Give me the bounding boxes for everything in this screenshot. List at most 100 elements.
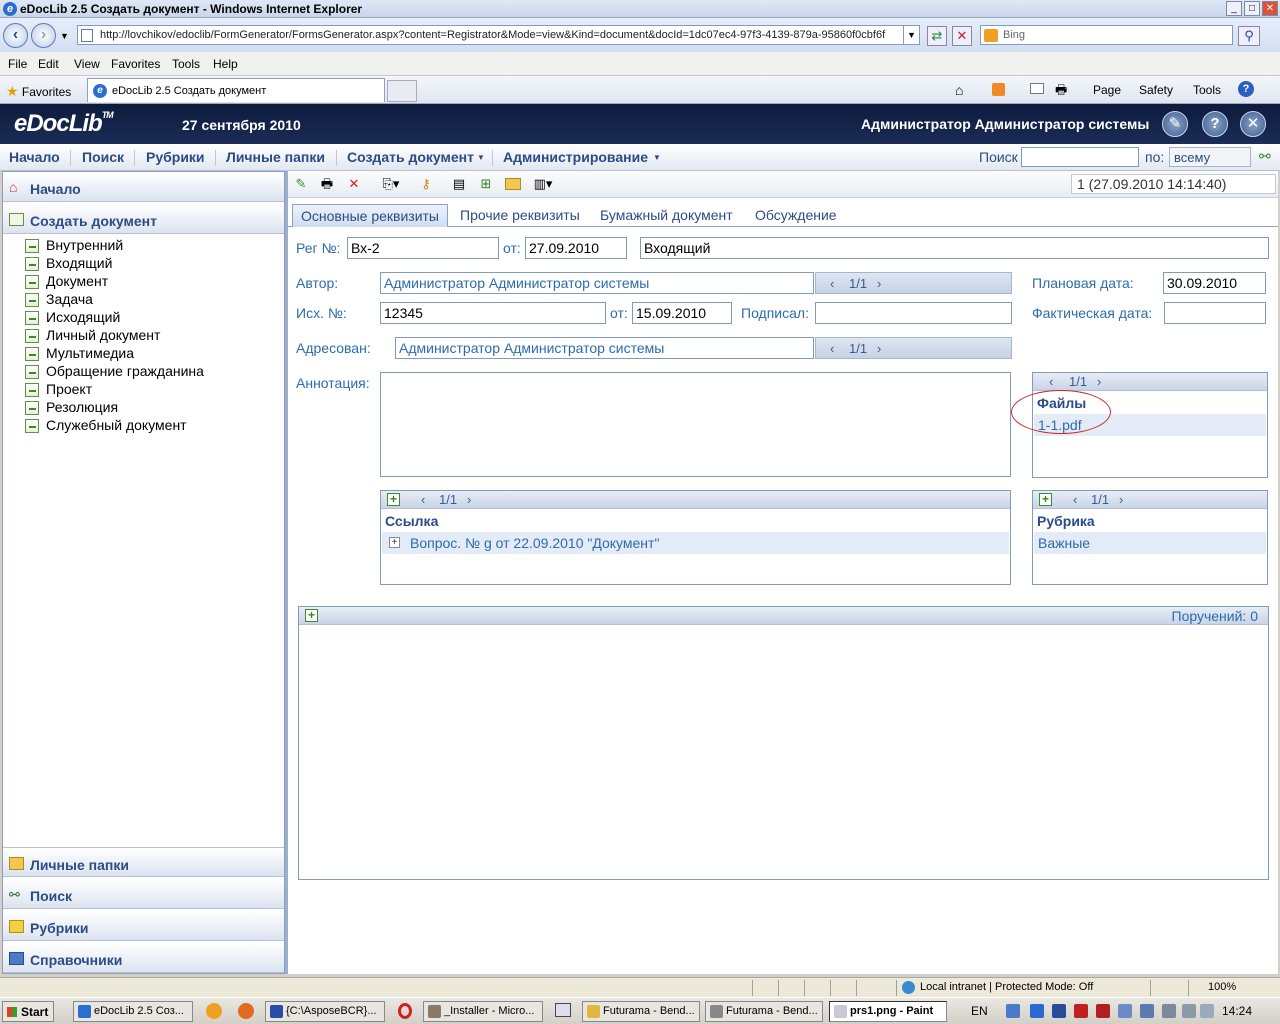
out-date-field[interactable]: 15.09.2010 [632, 302, 732, 324]
menu-help[interactable]: Help [213, 57, 238, 71]
menu-file[interactable]: File [8, 57, 27, 71]
task-aspose[interactable]: {C:\AsposeBCR}... [265, 1001, 385, 1022]
tray-icon[interactable] [1052, 1004, 1066, 1018]
tray-icon[interactable] [1030, 1004, 1044, 1018]
new-tab-button[interactable] [387, 80, 417, 102]
add-version-icon[interactable]: ⊞ [478, 176, 494, 192]
add-task-icon[interactable]: + [305, 609, 318, 622]
start-button[interactable]: Start [2, 1001, 54, 1022]
nav-administration[interactable]: Администрирование [503, 149, 648, 165]
rubric-value[interactable]: Важные [1038, 535, 1090, 551]
favorites-button[interactable]: ★ Favorites [6, 83, 71, 100]
tray-icon[interactable] [1074, 1004, 1088, 1018]
tab-discussion[interactable]: Обсуждение [747, 204, 845, 227]
task-installer[interactable]: _Installer - Micro... [423, 1001, 543, 1022]
volume-icon[interactable] [1200, 1004, 1214, 1018]
home-icon[interactable]: ⌂ [955, 82, 963, 98]
security-zone[interactable]: Local intranet | Protected Mode: Off [920, 981, 1093, 993]
back-button[interactable]: ‹ [3, 23, 28, 48]
tray-icon[interactable] [1096, 1004, 1110, 1018]
language-indicator[interactable]: EN [971, 1004, 988, 1018]
delete-icon[interactable]: ✕ [346, 176, 362, 192]
next-arrow-icon[interactable]: › [877, 276, 881, 291]
nav-create-document[interactable]: Создать документ [347, 149, 474, 165]
menu-favorites[interactable]: Favorites [111, 57, 160, 71]
help-icon[interactable]: ? [1238, 81, 1254, 97]
registry-card-icon[interactable]: ▤ [451, 176, 467, 192]
actual-date-field[interactable] [1164, 302, 1266, 324]
browser-search-box[interactable]: Bing [980, 25, 1233, 45]
nav-personal-folders[interactable]: Личные папки [226, 149, 325, 165]
link-row[interactable]: + Вопрос. № g от 22.09.2010 "Документ" [382, 532, 1009, 554]
task-paint[interactable]: prs1.png - Paint [829, 1001, 947, 1022]
tray-icon[interactable] [1140, 1004, 1154, 1018]
prev-arrow-icon[interactable]: ‹ [830, 341, 834, 356]
add-link-icon[interactable]: + [387, 493, 400, 506]
tab-other-requisites[interactable]: Прочие реквизиты [452, 204, 588, 227]
reg-number-field[interactable]: Вх-2 [347, 237, 499, 259]
close-window-button[interactable]: ✕ [1262, 1, 1278, 16]
page-menu[interactable]: Page [1093, 83, 1121, 97]
safety-menu[interactable]: Safety [1139, 83, 1173, 97]
settings-wrench-icon[interactable]: ✎ [1162, 111, 1188, 137]
addressed-field[interactable]: Администратор Администратор системы [395, 337, 814, 359]
next-arrow-icon[interactable]: › [467, 492, 471, 507]
version-select[interactable]: 1 (27.09.2010 14:14:40) [1071, 174, 1276, 194]
sidebar-create-document[interactable]: Создать документ [3, 204, 284, 234]
search-scope-select[interactable]: всему [1169, 147, 1251, 167]
tray-icon[interactable] [1006, 1004, 1020, 1018]
sidebar-rubrics[interactable]: Рубрики [3, 911, 284, 941]
logout-close-icon[interactable]: ✕ [1240, 111, 1266, 137]
desktop-icon[interactable] [555, 1003, 571, 1017]
task-edoclib[interactable]: eDocLib 2.5 Соз... [73, 1001, 193, 1022]
annotation-textarea[interactable] [380, 372, 1011, 477]
prev-arrow-icon[interactable]: ‹ [1073, 492, 1077, 507]
menu-tools[interactable]: Tools [172, 57, 200, 71]
nav-search[interactable]: Поиск [82, 149, 124, 165]
sidebar-directories[interactable]: Справочники [3, 943, 284, 973]
search-go-icon[interactable]: ⚲ [1238, 26, 1260, 46]
search-binoculars-icon[interactable]: ⚯ [1259, 148, 1277, 166]
maximize-button[interactable]: □ [1244, 1, 1260, 16]
refresh-icon[interactable]: ⇄ [927, 26, 947, 46]
mail-icon[interactable] [1030, 83, 1044, 94]
next-arrow-icon[interactable]: › [877, 341, 881, 356]
minimize-button[interactable]: _ [1226, 1, 1242, 16]
tray-icon[interactable] [1182, 1004, 1196, 1018]
prev-arrow-icon[interactable]: ‹ [830, 276, 834, 291]
address-dropdown-icon[interactable]: ▼ [903, 26, 919, 44]
stop-icon[interactable]: ✕ [952, 26, 972, 46]
key-icon[interactable]: ⚷ [418, 176, 434, 192]
out-number-field[interactable]: 12345 [380, 302, 606, 324]
opera-icon[interactable] [398, 1003, 412, 1019]
author-field[interactable]: Администратор Администратор системы [380, 272, 814, 294]
next-arrow-icon[interactable]: › [1119, 492, 1123, 507]
task-futurama-2[interactable]: Futurama - Bend... [705, 1001, 823, 1022]
history-dropdown-icon[interactable]: ▼ [60, 31, 69, 41]
reg-date-field[interactable]: 27.09.2010 [525, 237, 627, 259]
firefox-icon[interactable] [238, 1003, 254, 1019]
menu-edit[interactable]: Edit [38, 57, 59, 71]
prev-arrow-icon[interactable]: ‹ [421, 492, 425, 507]
tab-main-requisites[interactable]: Основные реквизиты [292, 204, 448, 227]
link-text[interactable]: Вопрос. № g от 22.09.2010 "Документ" [410, 535, 659, 551]
add-rubric-icon[interactable]: + [1039, 493, 1052, 506]
print-icon[interactable]: 🖶 [1055, 81, 1067, 103]
barcode-icon[interactable]: ▥▾ [532, 176, 554, 192]
expand-plus-icon[interactable]: + [389, 537, 400, 548]
document-kind-field[interactable]: Входящий [640, 237, 1269, 259]
quicklaunch-icon[interactable] [206, 1003, 222, 1019]
browser-tab-active[interactable]: e eDocLib 2.5 Создать документ [87, 78, 385, 102]
search-input[interactable] [1021, 147, 1139, 167]
print-icon[interactable]: 🖶 [319, 176, 335, 192]
help-circle-icon[interactable]: ? [1202, 111, 1228, 137]
zoom-level[interactable]: 100% [1208, 981, 1236, 993]
clock[interactable]: 14:24 [1222, 1004, 1252, 1018]
tray-icon[interactable] [1162, 1004, 1176, 1018]
edit-icon[interactable]: ✎ [293, 176, 309, 192]
copy-dropdown-icon[interactable]: ⎘▾ [379, 176, 403, 192]
signed-field[interactable] [815, 302, 1012, 324]
planned-date-field[interactable]: 30.09.2010 [1163, 272, 1266, 294]
tab-paper-document[interactable]: Бумажный документ [592, 204, 741, 227]
next-arrow-icon[interactable]: › [1097, 374, 1101, 389]
